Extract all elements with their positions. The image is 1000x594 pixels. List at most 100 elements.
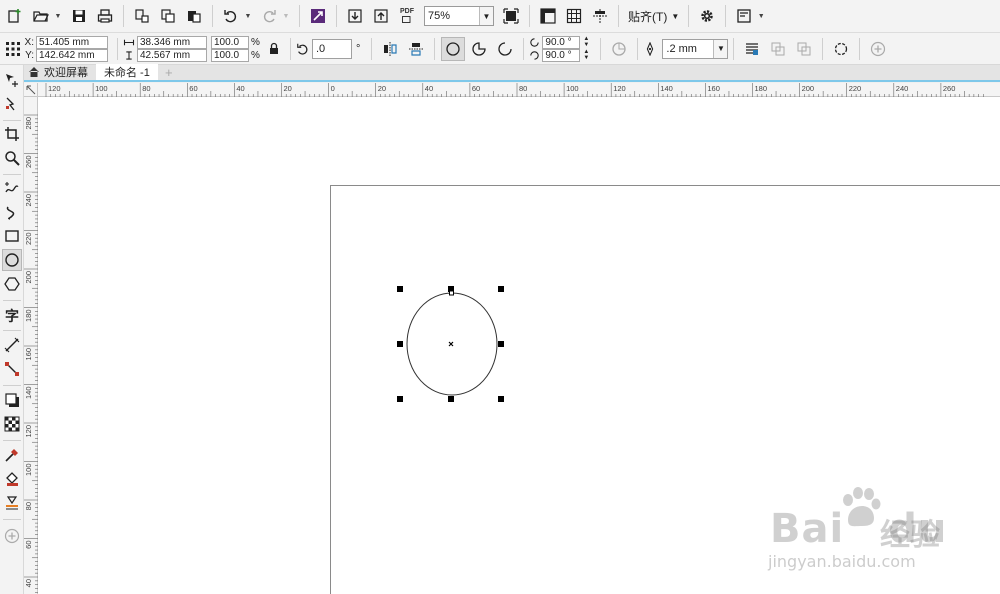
start-angle-spinner[interactable]: ▲ ▼ bbox=[581, 36, 591, 49]
ruler-label: 240 bbox=[896, 84, 909, 93]
ellipse-shape[interactable] bbox=[406, 292, 498, 396]
ruler-label: 20 bbox=[378, 84, 386, 93]
zoom-level-combobox[interactable]: 75% ▼ bbox=[424, 6, 494, 26]
change-direction-button[interactable] bbox=[607, 37, 631, 61]
shape-tool[interactable] bbox=[2, 93, 22, 115]
paste-button[interactable] bbox=[182, 4, 206, 28]
outline-width-combobox[interactable]: .2 mm ▼ bbox=[662, 38, 729, 59]
connector-tool[interactable] bbox=[2, 358, 22, 380]
publish-pdf-button[interactable]: PDF bbox=[395, 4, 419, 28]
snap-to-button[interactable]: 贴齐(T) ▼ bbox=[624, 4, 683, 28]
pick-tool[interactable] bbox=[2, 69, 22, 91]
start-angle-input[interactable]: 90.0 ° bbox=[542, 35, 581, 49]
drop-shadow-tool[interactable] bbox=[2, 389, 22, 411]
crop-tool[interactable] bbox=[2, 123, 22, 145]
smart-fill-tool[interactable] bbox=[2, 492, 22, 514]
undo-dropdown-arrow[interactable]: ▼ bbox=[244, 4, 252, 28]
arc-mode-button[interactable] bbox=[493, 37, 517, 61]
end-angle-input[interactable]: 90.0 ° bbox=[542, 48, 581, 62]
wrap-text-button[interactable] bbox=[740, 37, 764, 61]
open-button[interactable] bbox=[29, 4, 53, 28]
text-tool[interactable]: 字 bbox=[2, 304, 22, 326]
to-front-button[interactable] bbox=[766, 37, 790, 61]
redo-button[interactable] bbox=[257, 4, 281, 28]
freehand-icon bbox=[5, 182, 19, 193]
coreldraw-window: ▼ ▼ ▼ PDF 75% ▼ 贴齐(T) ▼ ▼ X: 51.405 mm Y… bbox=[0, 0, 1000, 594]
options-button[interactable] bbox=[695, 4, 719, 28]
show-guidelines-button[interactable] bbox=[588, 4, 612, 28]
end-angle-spinner[interactable]: ▲ ▼ bbox=[581, 49, 591, 62]
selection-handle-left[interactable] bbox=[397, 341, 403, 347]
copy-button[interactable] bbox=[156, 4, 180, 28]
smart-fill-icon bbox=[6, 496, 18, 510]
color-eyedropper-tool[interactable] bbox=[2, 444, 22, 466]
zoom-tool[interactable] bbox=[2, 147, 22, 169]
pdf-label: PDF bbox=[400, 8, 414, 15]
start-angle-icon bbox=[530, 37, 540, 47]
selection-handle-top-right[interactable] bbox=[498, 286, 504, 292]
ellipse-node[interactable] bbox=[449, 290, 454, 296]
selection-handle-bottom-left[interactable] bbox=[397, 396, 403, 402]
launcher-dropdown-arrow[interactable]: ▼ bbox=[757, 4, 765, 28]
freehand-tool[interactable] bbox=[2, 177, 22, 199]
tab-welcome-screen[interactable]: 欢迎屏幕 bbox=[24, 64, 96, 80]
object-origin-button[interactable] bbox=[3, 37, 23, 61]
horizontal-ruler[interactable]: 120 100 80 60 40 20 0 20 40 60 80 100 120 140 160 180 20… bbox=[38, 83, 1000, 97]
artistic-media-tool[interactable] bbox=[2, 201, 22, 223]
object-height-input[interactable]: 42.567 mm bbox=[137, 48, 207, 62]
polygon-tool[interactable] bbox=[2, 273, 22, 295]
redo-dropdown-arrow[interactable]: ▼ bbox=[282, 4, 290, 28]
new-tab-plus-icon[interactable]: + bbox=[162, 65, 176, 80]
save-button[interactable] bbox=[67, 4, 91, 28]
outline-width-dropdown-arrow[interactable]: ▼ bbox=[713, 39, 728, 58]
selection-handle-right[interactable] bbox=[498, 341, 504, 347]
show-grid-button[interactable] bbox=[562, 4, 586, 28]
print-button[interactable] bbox=[93, 4, 117, 28]
ellipse-mode-button[interactable] bbox=[441, 36, 466, 61]
zoom-dropdown-arrow[interactable]: ▼ bbox=[479, 7, 493, 25]
connector-icon bbox=[5, 362, 19, 376]
scale-y-input[interactable]: 100.0 bbox=[211, 48, 249, 62]
transparency-checker-icon bbox=[4, 416, 20, 432]
rulers-icon bbox=[540, 8, 556, 24]
scale-x-input[interactable]: 100.0 bbox=[211, 35, 249, 49]
x-position-input[interactable]: 51.405 mm bbox=[36, 35, 108, 49]
selection-handle-top-left[interactable] bbox=[397, 286, 403, 292]
export-button[interactable] bbox=[369, 4, 393, 28]
selection-handle-bottom[interactable] bbox=[448, 396, 454, 402]
object-width-input[interactable]: 38.346 mm bbox=[137, 35, 207, 49]
selection-handle-bottom-right[interactable] bbox=[498, 396, 504, 402]
vertical-ruler[interactable]: 280 260 240 220 200 180 160 140 120 100 80 60 40 bbox=[24, 97, 38, 594]
search-content-button[interactable] bbox=[306, 4, 330, 28]
application-launcher-button[interactable] bbox=[732, 4, 756, 28]
transparency-tool[interactable] bbox=[2, 413, 22, 435]
y-position-input[interactable]: 142.642 mm bbox=[36, 48, 108, 62]
add-tool-button[interactable] bbox=[2, 525, 22, 547]
rotation-angle-input[interactable]: .0 bbox=[312, 38, 352, 59]
undo-button[interactable] bbox=[219, 4, 243, 28]
tab-untitled-1[interactable]: 未命名 -1 bbox=[96, 64, 158, 80]
open-dropdown-arrow[interactable]: ▼ bbox=[54, 4, 62, 28]
lock-ratio-icon[interactable] bbox=[267, 42, 281, 56]
ruler-origin-corner[interactable] bbox=[24, 83, 38, 97]
cut-button[interactable] bbox=[130, 4, 154, 28]
ellipse-tool[interactable] bbox=[2, 249, 22, 271]
quick-customize-button[interactable] bbox=[866, 37, 890, 61]
parallel-dimension-tool[interactable] bbox=[2, 334, 22, 356]
copy-icon bbox=[161, 9, 175, 23]
new-document-button[interactable] bbox=[3, 4, 27, 28]
undo-icon bbox=[224, 10, 237, 23]
ellipse-tool-icon bbox=[5, 253, 19, 267]
import-button[interactable] bbox=[343, 4, 367, 28]
rectangle-tool[interactable] bbox=[2, 225, 22, 247]
convert-to-curves-button[interactable] bbox=[829, 37, 853, 61]
show-rulers-button[interactable] bbox=[536, 4, 560, 28]
full-screen-preview-button[interactable] bbox=[499, 4, 523, 28]
interactive-fill-tool[interactable] bbox=[2, 468, 22, 490]
to-back-button[interactable] bbox=[792, 37, 816, 61]
horizontal-ruler-scale: 120 100 80 60 40 20 0 20 40 60 80 100 120 140 160 180 20… bbox=[45, 83, 984, 97]
mirror-vertical-button[interactable] bbox=[404, 37, 428, 61]
redo-icon bbox=[263, 10, 276, 23]
mirror-horizontal-button[interactable] bbox=[378, 37, 402, 61]
pie-mode-button[interactable] bbox=[467, 37, 491, 61]
